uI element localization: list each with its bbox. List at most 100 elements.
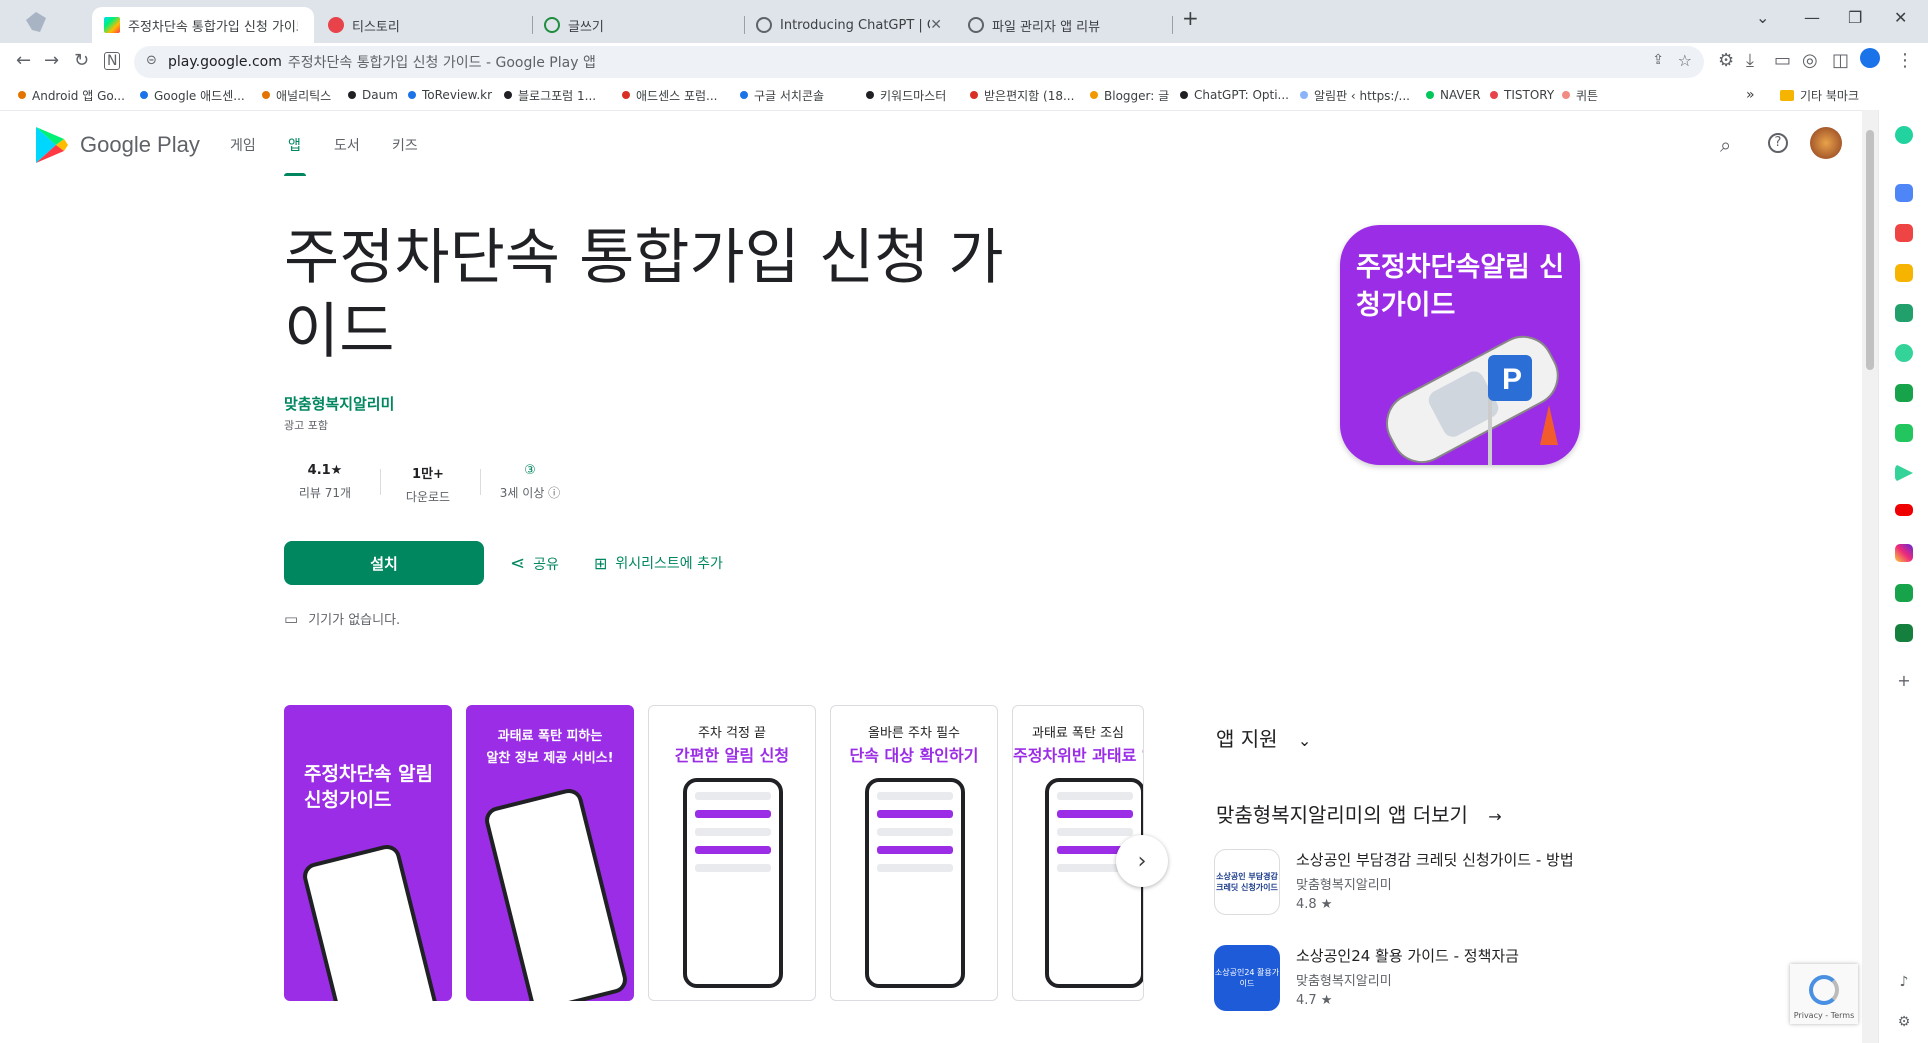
bookmark-item[interactable]: Blogger: 글 (1090, 84, 1169, 106)
screenshot-icon[interactable]: ◎ (1802, 50, 1818, 71)
tab-write[interactable]: 글쓰기 (532, 7, 742, 43)
bookmark-item[interactable]: 블로그포럼 1... (504, 84, 596, 106)
screenshot-caption: 주정차위반 과태료 알 (1013, 746, 1144, 765)
video-icon[interactable]: ▭ (1774, 50, 1791, 71)
bookmark-item[interactable]: TISTORY (1490, 84, 1554, 106)
bookmark-item[interactable]: 퀴튼 (1562, 84, 1598, 106)
more-from-developer-heading[interactable]: 맞춤형복지알리미의 앱 더보기 → (1216, 799, 1502, 828)
bookmark-item[interactable]: 받은편지함 (18... (970, 84, 1074, 106)
carousel-next-button[interactable]: › (1116, 835, 1168, 887)
avatar[interactable] (1810, 127, 1842, 159)
install-button[interactable]: 설치 (284, 541, 484, 585)
play-store-icon[interactable] (1895, 464, 1913, 482)
tab-tistory[interactable]: 티스토리 (316, 7, 532, 43)
more-bookmarks-button[interactable]: » (1746, 84, 1755, 106)
new-tab-button[interactable]: + (1182, 6, 1199, 30)
nav-games[interactable]: 게임 (230, 135, 256, 155)
sidebar-app-icon[interactable] (1895, 624, 1913, 642)
bookmark-item[interactable]: ChatGPT: Opti... (1180, 84, 1289, 106)
search-icon[interactable]: ⌕ (1720, 133, 1731, 157)
recaptcha-badge[interactable]: Privacy - Terms (1790, 964, 1858, 1024)
wishlist-button[interactable]: ⊞ 위시리스트에 추가 (594, 553, 723, 573)
instagram-icon[interactable] (1895, 544, 1913, 562)
bookmark-item[interactable]: Google 애드센... (140, 84, 245, 106)
scrollbar-thumb[interactable] (1866, 130, 1874, 370)
window-close-button[interactable]: ✕ (1894, 8, 1907, 27)
tab-active[interactable]: 주정차단속 통합가입 신청 가이드 (92, 7, 314, 43)
bookmark-star-icon[interactable]: ☆ (1678, 51, 1692, 70)
phone-screen-row (877, 828, 953, 836)
profile-icon[interactable] (26, 12, 46, 32)
help-icon[interactable]: ? (1768, 133, 1788, 153)
naver-icon[interactable]: N (104, 52, 121, 70)
bookmark-item[interactable]: NAVER (1426, 84, 1481, 106)
bookmark-item[interactable]: ToReview.kr (408, 84, 492, 106)
address-bar[interactable]: ⊝ play.google.com 주정차단속 통합가입 신청 가이드 - Go… (134, 46, 1704, 78)
minimize-button[interactable]: — (1804, 8, 1820, 27)
download-icon[interactable]: ⤓ (1746, 50, 1754, 71)
youtube-icon[interactable] (1895, 504, 1913, 516)
maximize-button[interactable]: ❐ (1848, 8, 1862, 27)
screenshot-thumbnail[interactable]: 주정차단속 알림 신청가이드 (284, 705, 452, 1001)
nav-books[interactable]: 도서 (334, 135, 360, 155)
bookmark-label: ToReview.kr (422, 88, 493, 102)
tab-file-manager[interactable]: 파일 관리자 앱 리뷰 (956, 7, 1166, 43)
tistory-icon (328, 17, 344, 33)
menu-icon[interactable]: ⋮ (1896, 50, 1914, 71)
sidebar-app-icon[interactable] (1895, 344, 1913, 362)
forward-icon[interactable]: → (44, 50, 59, 71)
bookmark-label: NAVER (1440, 88, 1481, 102)
bookmark-item[interactable]: 애널리틱스 (262, 84, 331, 106)
phone-screen-row (695, 846, 771, 854)
sidebar-app-icon[interactable] (1895, 224, 1913, 242)
bookmark-item[interactable]: 알림판 ‹ https:/... (1300, 84, 1410, 106)
bookmark-item[interactable]: Android 앱 Go... (18, 84, 125, 106)
sidebar-app-icon[interactable] (1895, 384, 1913, 402)
recaptcha-links[interactable]: Privacy - Terms (1794, 1011, 1855, 1020)
bookmark-item[interactable]: Daum (348, 84, 398, 106)
tab-search-icon[interactable]: ⌄ (1756, 8, 1769, 27)
sidebar-app-icon[interactable] (1895, 264, 1913, 282)
nav-kids[interactable]: 키즈 (392, 135, 418, 155)
extensions-icon[interactable]: ⚙ (1718, 50, 1734, 71)
back-icon[interactable]: ← (16, 50, 31, 71)
other-bookmarks[interactable]: 기타 북마크 (1780, 84, 1859, 106)
play-logo-icon (36, 127, 68, 163)
reload-icon[interactable]: ↻ (74, 50, 89, 71)
close-icon[interactable]: ✕ (930, 17, 942, 33)
tab-chatgpt[interactable]: Introducing ChatGPT | Oper ✕ (744, 7, 954, 43)
bookmark-label: Daum (362, 88, 398, 102)
age-rating-stat[interactable]: ③ 3세 이상 ⓘ (485, 463, 575, 501)
related-app-item[interactable]: 소상공인24 활용가이드 소상공인24 활용 가이드 - 정책자금 맞춤형복지알… (1214, 945, 1519, 1011)
contains-ads-label: 광고 포함 (284, 419, 328, 432)
settings-icon[interactable]: ⚙ (1895, 1014, 1913, 1032)
bookmark-item[interactable]: 애드센스 포럼... (622, 84, 718, 106)
copilot-icon[interactable] (1895, 126, 1913, 144)
bookmark-item[interactable]: 구글 서치콘솔 (740, 84, 824, 106)
screenshot-thumbnail[interactable]: 주차 걱정 끝 간편한 알림 신청 (648, 705, 816, 1001)
side-panel-icon[interactable]: ◫ (1832, 50, 1849, 71)
developer-link[interactable]: 맞춤형복지알리미 (284, 393, 394, 414)
sidebar-app-icon[interactable] (1895, 584, 1913, 602)
nav-apps[interactable]: 앱 (288, 135, 301, 155)
screenshot-thumbnail[interactable]: 올바른 주차 필수 단속 대상 확인하기 (830, 705, 998, 1001)
wishlist-label: 위시리스트에 추가 (615, 556, 723, 572)
bell-icon[interactable]: ♪ (1895, 974, 1913, 992)
sidebar-app-icon[interactable] (1895, 184, 1913, 202)
share-page-icon[interactable]: ⇪ (1652, 52, 1664, 68)
rating-stat[interactable]: 4.1★ 리뷰 71개 (280, 463, 370, 501)
tab-title: 티스토리 (352, 19, 400, 35)
screenshot-thumbnail[interactable]: 과태료 폭탄 피하는 알찬 정보 제공 서비스! (466, 705, 634, 1001)
app-support-heading[interactable]: 앱 지원 ⌄ (1216, 723, 1311, 752)
related-app-item[interactable]: 소상공인 부담경감 크레딧 신청가이드 소상공인 부담경감 크레딧 신청가이드 … (1214, 849, 1586, 915)
site-info-icon[interactable]: ⊝ (146, 53, 157, 68)
add-icon[interactable]: + (1895, 672, 1913, 690)
share-button[interactable]: ⋖ 공유 (510, 553, 559, 574)
account-icon[interactable] (1860, 48, 1880, 68)
folder-icon (1780, 89, 1794, 101)
page-scrollbar[interactable] (1862, 110, 1878, 1043)
bookmark-item[interactable]: 키워드마스터 (866, 84, 946, 106)
google-play-logo[interactable]: Google Play (34, 125, 200, 165)
sidebar-app-icon[interactable] (1895, 304, 1913, 322)
sidebar-app-icon[interactable] (1895, 424, 1913, 442)
